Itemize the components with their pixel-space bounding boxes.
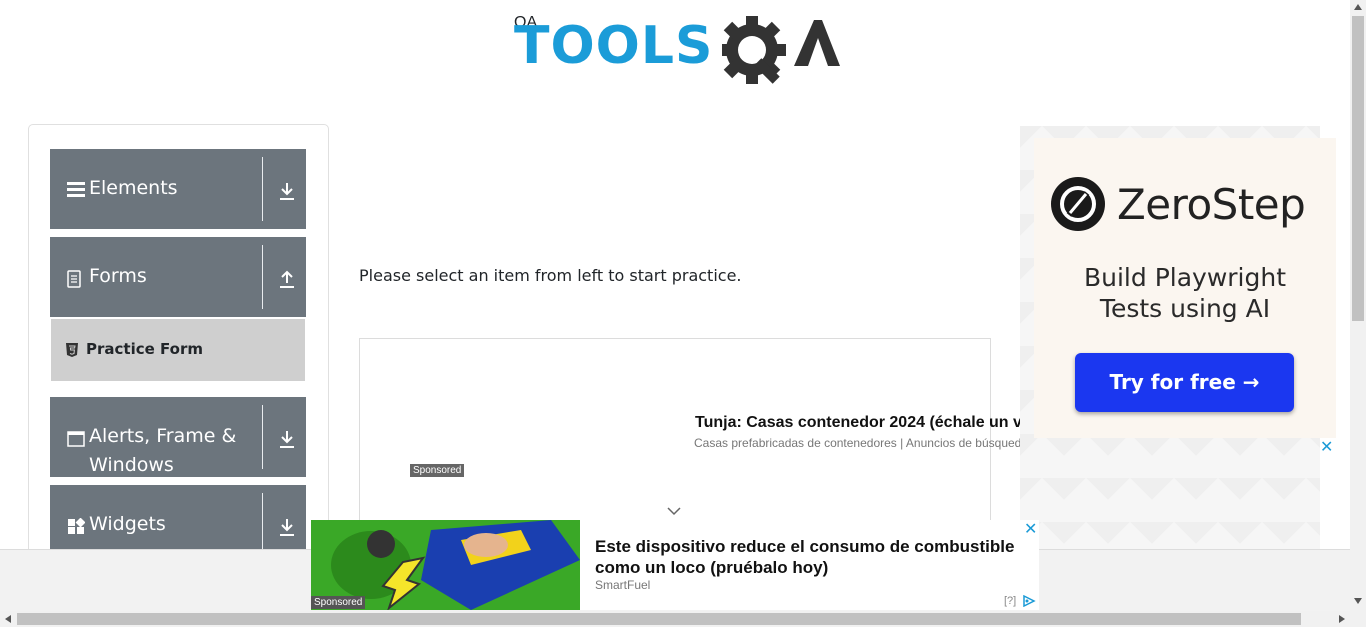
zerostep-tagline: Build Playwright Tests using AI xyxy=(1083,263,1287,323)
window-icon xyxy=(67,431,85,447)
download-arrow-icon xyxy=(280,431,294,448)
vertical-scrollbar[interactable] xyxy=(1350,0,1366,611)
sidebar-group-label-line2: Windows xyxy=(89,454,174,476)
divider xyxy=(262,405,263,469)
sponsored-badge: Sponsored xyxy=(311,596,366,609)
ad-image[interactable]: Sponsored xyxy=(311,520,580,610)
gear-magnifier-icon xyxy=(722,16,840,84)
logo-text: TOOLS xyxy=(514,16,714,76)
divider xyxy=(262,245,263,309)
download-arrow-icon xyxy=(280,519,294,536)
zerostep-brand: ZeroStep xyxy=(1117,180,1306,229)
sidebar-group-label: Widgets xyxy=(89,513,166,535)
scroll-right-icon[interactable] xyxy=(1339,615,1345,623)
divider xyxy=(262,157,263,221)
close-icon[interactable]: ✕ xyxy=(1024,522,1037,538)
left-sidebar: Elements Forms Practice Form Alerts, Fra… xyxy=(28,124,329,564)
ad-help-link[interactable]: [?] xyxy=(1004,595,1016,607)
html5-icon xyxy=(66,343,78,357)
sidebar-group-label: Elements xyxy=(89,177,178,199)
hamburger-icon xyxy=(67,182,85,197)
scrollbar-thumb[interactable] xyxy=(1352,16,1364,321)
sidebar-group-forms[interactable]: Forms xyxy=(50,237,306,317)
scroll-down-icon[interactable] xyxy=(1354,598,1362,604)
document-icon xyxy=(67,270,81,288)
adchoices-icon[interactable] xyxy=(1022,595,1036,607)
scroll-left-icon[interactable] xyxy=(5,615,11,623)
scroll-up-icon[interactable] xyxy=(1354,4,1362,10)
horizontal-scrollbar[interactable] xyxy=(0,611,1366,627)
sidebar-group-label: Alerts, Frame & xyxy=(89,425,237,447)
sponsored-badge: Sponsored xyxy=(410,464,465,477)
sidebar-group-elements[interactable]: Elements xyxy=(50,149,306,229)
upload-arrow-icon xyxy=(280,270,294,288)
page-instruction: Please select an item from left to start… xyxy=(359,266,742,285)
scrollbar-thumb[interactable] xyxy=(17,613,1301,625)
toolsqa-logo[interactable]: TOOLS QA xyxy=(514,14,840,92)
sidebar-item-practice-form[interactable]: Practice Form xyxy=(51,319,305,381)
inline-ad-headline[interactable]: Tunja: Casas contenedor 2024 (échale un … xyxy=(695,414,1023,432)
bottom-ad-source[interactable]: SmartFuel xyxy=(595,578,650,592)
widgets-icon xyxy=(68,518,85,534)
sidebar-group-label: Forms xyxy=(89,265,147,287)
zerostep-logo-icon xyxy=(1051,177,1105,231)
chevron-down-icon[interactable] xyxy=(666,505,682,517)
bottom-ad-headline[interactable]: Este dispositivo reduce el consumo de co… xyxy=(595,536,1039,578)
close-icon[interactable]: ✕ xyxy=(1320,440,1333,456)
sidebar-group-alerts-frame-windows[interactable]: Alerts, Frame & Windows xyxy=(50,397,306,477)
sidebar-item-label: Practice Form xyxy=(86,340,203,358)
divider xyxy=(262,493,263,557)
inline-ad-subtitle[interactable]: Casas prefabricadas de contenedores | An… xyxy=(694,436,1022,450)
download-arrow-icon xyxy=(280,183,294,200)
try-for-free-button[interactable]: Try for free → xyxy=(1075,353,1294,412)
bottom-ad[interactable]: Sponsored Este dispositivo reduce el con… xyxy=(311,520,1039,610)
